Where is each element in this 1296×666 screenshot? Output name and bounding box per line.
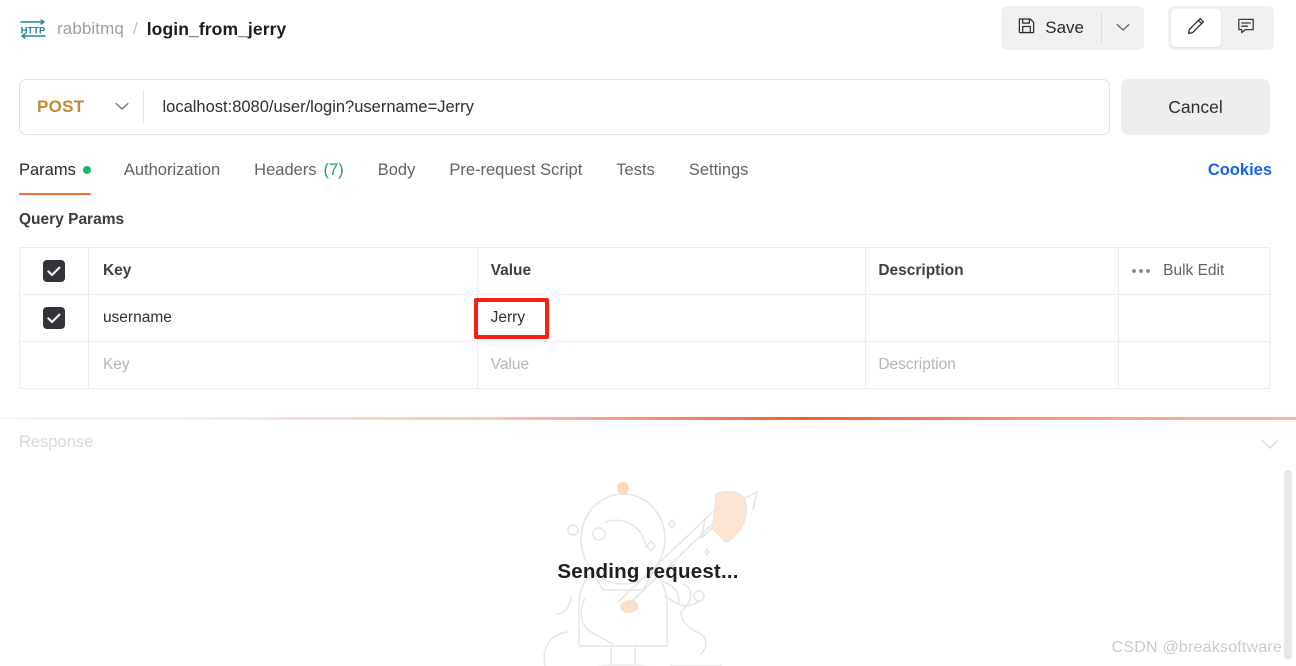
chevron-down-icon [1261, 437, 1279, 454]
empty-row-checkbox-cell [20, 342, 89, 388]
response-collapse-button[interactable] [1261, 437, 1279, 455]
tab-tests[interactable]: Tests [599, 155, 672, 185]
tab-label: Tests [616, 160, 655, 179]
header-icon-group [1168, 6, 1274, 50]
table-empty-row: Key Value Description [20, 342, 1269, 389]
save-button[interactable]: Save [1001, 6, 1101, 50]
table-header-row: Key Value Description Bulk Edit [20, 248, 1269, 295]
tab-label: Authorization [123, 160, 221, 179]
row-value-cell[interactable]: Jerry [473, 295, 867, 341]
param-value-value: Jerry [490, 309, 526, 326]
response-scrollbar-thumb[interactable] [1284, 470, 1292, 660]
comment-icon [1236, 16, 1256, 41]
tab-pre-request-script[interactable]: Pre-request Script [432, 155, 599, 185]
svg-text:HTTP: HTTP [21, 26, 46, 37]
save-button-group: Save [1001, 6, 1144, 50]
postman-request-builder: HTTP rabbitmq / login_from_jerry Save PO… [0, 0, 1296, 666]
request-loading-progress-bar [0, 417, 1296, 420]
select-all-checkbox[interactable] [42, 260, 65, 282]
response-body-area: Sending request... [0, 460, 1296, 666]
url-bar: POST [19, 79, 1110, 135]
tab-label: Settings [688, 160, 749, 179]
empty-description-placeholder: Description [878, 356, 956, 373]
cancel-button[interactable]: Cancel [1121, 79, 1270, 135]
table-row: username Jerry [20, 295, 1269, 342]
header-description-cell: Description [866, 248, 1120, 294]
empty-row-description-cell[interactable]: Description [866, 342, 1120, 388]
tab-params[interactable]: Params [19, 155, 107, 195]
header-value-cell: Value [478, 248, 867, 294]
breadcrumb-request-name[interactable]: login_from_jerry [147, 19, 287, 40]
row-checkbox-cell [20, 295, 89, 341]
query-params-table: Key Value Description Bulk Edit username [19, 247, 1270, 389]
save-button-label: Save [1045, 18, 1084, 37]
save-options-dropdown[interactable] [1102, 6, 1144, 50]
empty-value-placeholder: Value [490, 356, 530, 373]
pencil-icon [1186, 16, 1206, 41]
chevron-down-icon [1116, 19, 1130, 37]
http-method-selector[interactable]: POST [20, 80, 143, 134]
http-protocol-icon: HTTP [18, 17, 48, 41]
tab-label: Pre-request Script [449, 160, 583, 179]
response-label: Response [19, 433, 94, 451]
params-modified-dot-icon [82, 166, 91, 174]
chevron-down-icon [115, 98, 129, 116]
more-horizontal-icon[interactable] [1132, 269, 1151, 273]
request-tabs: Params Authorization Headers (7) Body Pr… [19, 155, 765, 195]
sending-request-status: Sending request... [557, 560, 739, 583]
empty-row-value-cell[interactable]: Value [478, 342, 867, 388]
row-actions-cell [1119, 295, 1269, 341]
column-header-description: Description [878, 262, 964, 279]
tab-label: Params [19, 160, 76, 179]
row-description-cell[interactable] [866, 295, 1120, 341]
query-params-title: Query Params [19, 211, 125, 228]
headers-count: (7) [323, 160, 344, 179]
column-header-value: Value [490, 262, 532, 279]
breadcrumb-collection[interactable]: rabbitmq [57, 19, 124, 39]
bulk-edit-button[interactable]: Bulk Edit [1163, 262, 1224, 280]
column-header-key: Key [102, 262, 132, 279]
header-checkbox-cell [20, 248, 89, 294]
breadcrumb-separator: / [132, 19, 138, 38]
header-key-cell: Key [89, 248, 478, 294]
url-input[interactable] [143, 80, 1109, 134]
row-enabled-checkbox[interactable] [42, 307, 65, 329]
csdn-watermark: CSDN @breaksoftware [1111, 639, 1282, 656]
http-method-label: POST [37, 97, 85, 116]
header-actions: Save [1001, 6, 1274, 50]
tab-settings[interactable]: Settings [672, 155, 766, 185]
tab-headers[interactable]: Headers (7) [237, 155, 361, 185]
cookies-link[interactable]: Cookies [1208, 161, 1272, 180]
comments-button[interactable] [1221, 9, 1271, 47]
header-actions-cell: Bulk Edit [1119, 248, 1269, 294]
empty-row-key-cell[interactable]: Key [89, 342, 478, 388]
active-tab-underline [19, 192, 91, 195]
floppy-disk-icon [1017, 16, 1036, 40]
tab-authorization[interactable]: Authorization [107, 155, 237, 185]
tab-body[interactable]: Body [361, 155, 433, 185]
param-key-value: username [102, 309, 172, 326]
row-key-cell[interactable]: username [89, 295, 478, 341]
tab-label: Body [377, 160, 416, 179]
empty-row-actions-cell [1119, 342, 1269, 388]
breadcrumb: HTTP rabbitmq / login_from_jerry [18, 17, 286, 41]
edit-request-button[interactable] [1171, 9, 1221, 47]
tab-label: Headers [254, 160, 317, 179]
app-header: HTTP rabbitmq / login_from_jerry Save [0, 0, 1296, 58]
empty-key-placeholder: Key [102, 356, 130, 373]
